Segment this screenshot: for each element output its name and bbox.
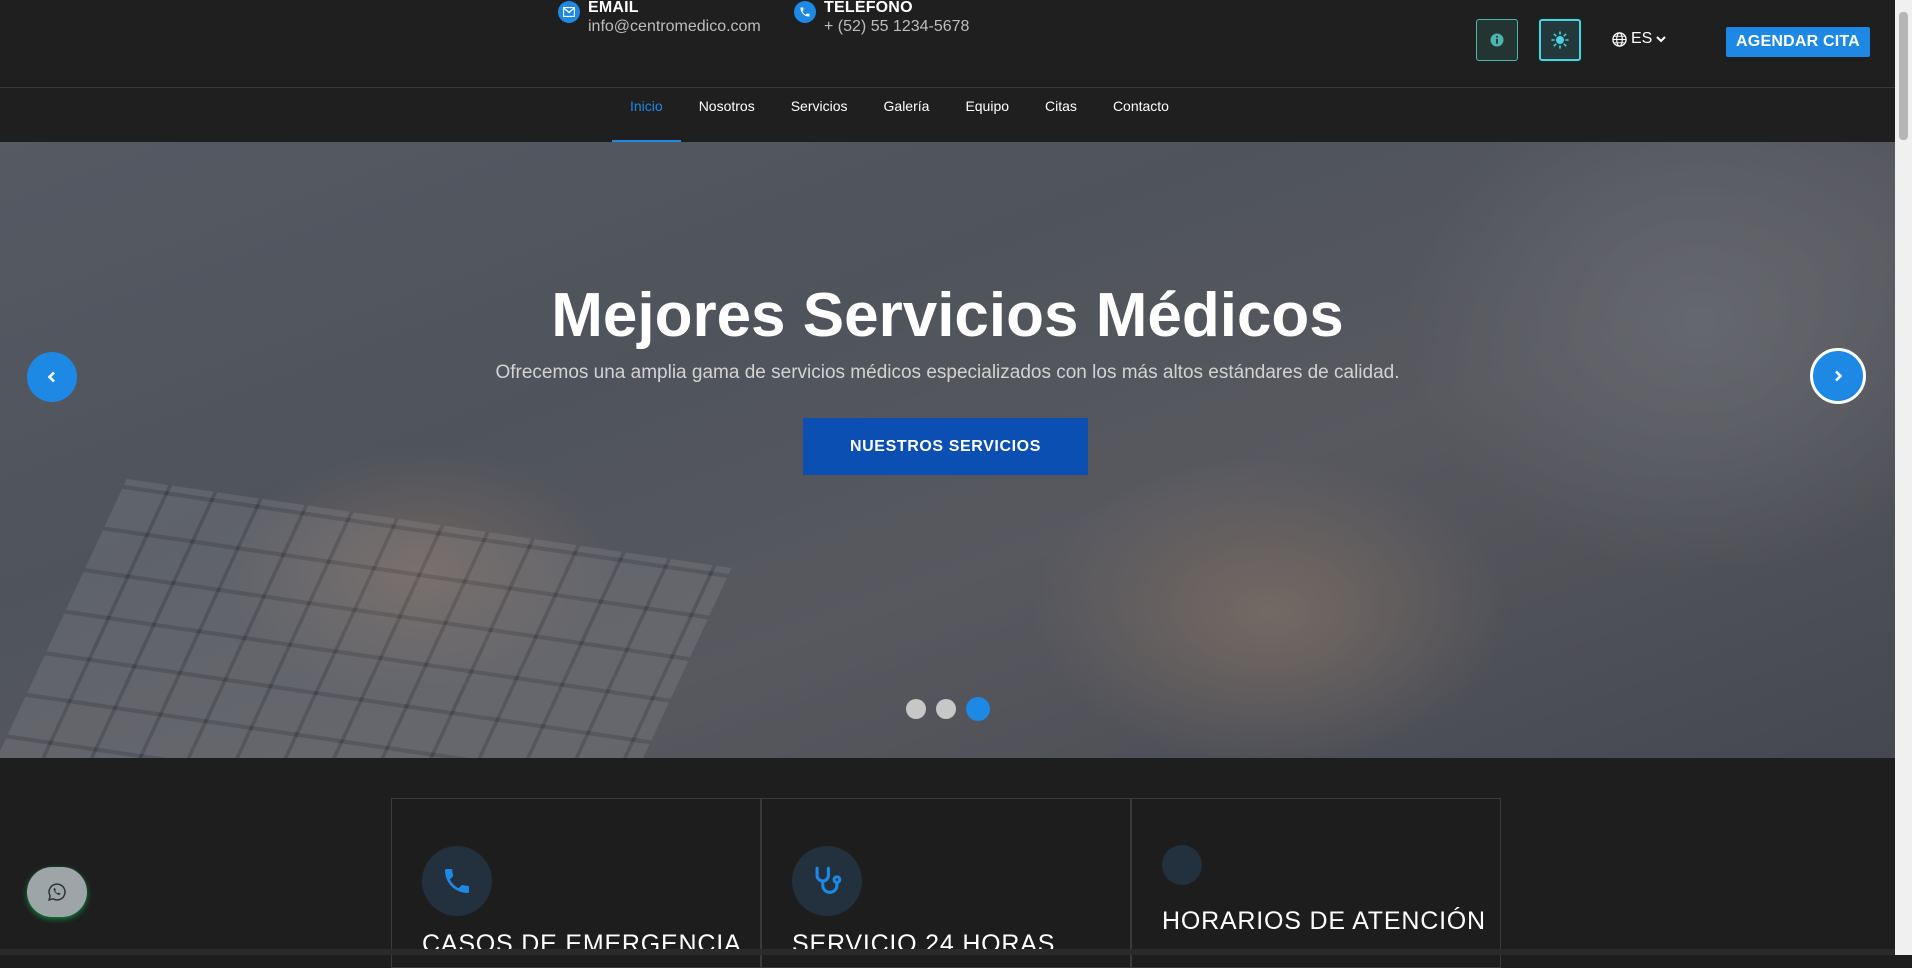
globe-icon	[1612, 31, 1627, 47]
main-nav: Inicio Nosotros Servicios Galería Equipo…	[0, 88, 1895, 142]
carousel-dot-1[interactable]	[906, 699, 926, 719]
carousel-prev-button[interactable]	[27, 352, 77, 402]
hero-carousel: Mejores Servicios Médicos Ofrecemos una …	[0, 142, 1895, 758]
clock-icon	[1162, 845, 1202, 885]
email-value[interactable]: info@centromedico.com	[588, 16, 761, 38]
feature-card-24h: SERVICIO 24 HORAS	[761, 798, 1131, 968]
language-label: ES	[1631, 30, 1653, 47]
feature-card-hours: HORARIOS DE ATENCIÓN	[1131, 798, 1501, 968]
phone-contact: TELÉFONO + (52) 55 1234-5678	[794, 0, 969, 38]
our-services-button[interactable]: NUESTROS SERVICIOS	[803, 418, 1088, 475]
sun-icon	[1551, 31, 1569, 49]
info-icon	[1490, 33, 1504, 47]
nav-item-inicio[interactable]: Inicio	[612, 88, 681, 142]
chevron-down-icon	[1656, 36, 1667, 43]
nav-item-citas[interactable]: Citas	[1027, 88, 1095, 142]
card-title: HORARIOS DE ATENCIÓN	[1162, 907, 1486, 935]
phone-icon	[794, 1, 816, 23]
nav-item-equipo[interactable]: Equipo	[947, 88, 1027, 142]
stethoscope-icon	[792, 846, 862, 916]
carousel-indicators	[906, 697, 1000, 721]
nav-item-servicios[interactable]: Servicios	[773, 88, 866, 142]
envelope-icon	[558, 1, 580, 23]
nav-item-nosotros[interactable]: Nosotros	[681, 88, 773, 142]
page-scrollbar[interactable]	[1895, 0, 1912, 955]
feature-cards: CASOS DE EMERGENCIA SERVICIO 24 HORAS HO…	[391, 798, 1501, 968]
hero-title: Mejores Servicios Médicos	[551, 281, 1344, 350]
top-bar: EMAIL info@centromedico.com TELÉFONO + (…	[0, 0, 1895, 88]
chevron-right-icon	[1835, 370, 1843, 382]
carousel-dot-3[interactable]	[966, 697, 990, 721]
phone-label: TELÉFONO	[824, 0, 913, 16]
whatsapp-button[interactable]	[27, 867, 87, 917]
book-appointment-button[interactable]: AGENDAR CITA	[1726, 27, 1870, 57]
info-button[interactable]	[1476, 19, 1518, 61]
nav-item-contacto[interactable]: Contacto	[1095, 88, 1187, 142]
phone-icon	[422, 846, 492, 916]
carousel-next-button[interactable]	[1810, 348, 1866, 404]
chevron-left-icon	[47, 371, 55, 383]
theme-toggle-button[interactable]	[1539, 19, 1581, 61]
phone-value[interactable]: + (52) 55 1234-5678	[824, 16, 969, 38]
whatsapp-icon	[48, 883, 66, 901]
language-selector[interactable]: ES	[1612, 30, 1667, 48]
email-contact: EMAIL info@centromedico.com	[558, 0, 761, 38]
hero-subtitle: Ofrecemos una amplia gama de servicios m…	[495, 362, 1400, 383]
feature-card-emergency: CASOS DE EMERGENCIA	[391, 798, 761, 968]
nav-list: Inicio Nosotros Servicios Galería Equipo…	[612, 88, 1187, 142]
nav-item-galeria[interactable]: Galería	[866, 88, 948, 142]
scrollbar-thumb[interactable]	[1899, 12, 1908, 140]
email-label: EMAIL	[588, 0, 639, 16]
carousel-dot-2[interactable]	[936, 699, 956, 719]
